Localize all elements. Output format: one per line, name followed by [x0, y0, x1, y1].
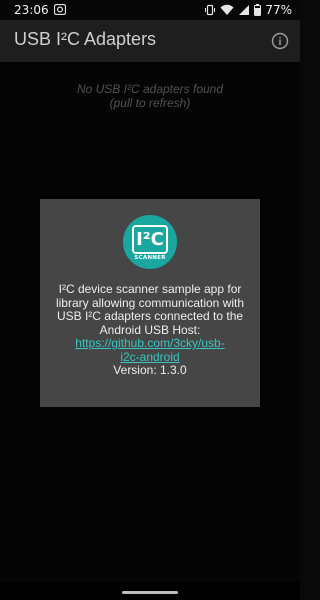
dialog-description: I²C device scanner sample app for librar…	[55, 282, 245, 337]
app-logo: I²C SCANNER	[123, 215, 177, 269]
vibrate-icon	[205, 4, 216, 16]
logo-sub-text: SCANNER	[134, 255, 166, 261]
battery-icon	[254, 4, 262, 16]
status-icons: 77%	[204, 3, 292, 17]
notification-icon	[54, 4, 66, 15]
home-handle[interactable]	[122, 591, 178, 594]
logo-main-text: I²C	[136, 229, 164, 250]
version-text: Version: 1.3.0	[113, 363, 187, 377]
github-link[interactable]: https://github.com/3cky/usb-i2c-android	[75, 336, 225, 364]
status-bar: 23:06 77%	[0, 0, 300, 20]
wifi-icon	[220, 4, 234, 15]
page-title: USB I²C Adapters	[14, 29, 157, 49]
status-time: 23:06	[14, 3, 49, 17]
app-bar: USB I²C Adapters	[0, 20, 300, 62]
navigation-bar	[0, 582, 300, 600]
about-dialog: I²C SCANNER I²C device scanner sample ap…	[40, 199, 260, 407]
battery-percent: 77%	[265, 3, 292, 17]
dialog-message: I²C device scanner sample app for librar…	[46, 282, 254, 378]
signal-icon	[239, 5, 250, 15]
info-icon[interactable]	[270, 31, 290, 51]
